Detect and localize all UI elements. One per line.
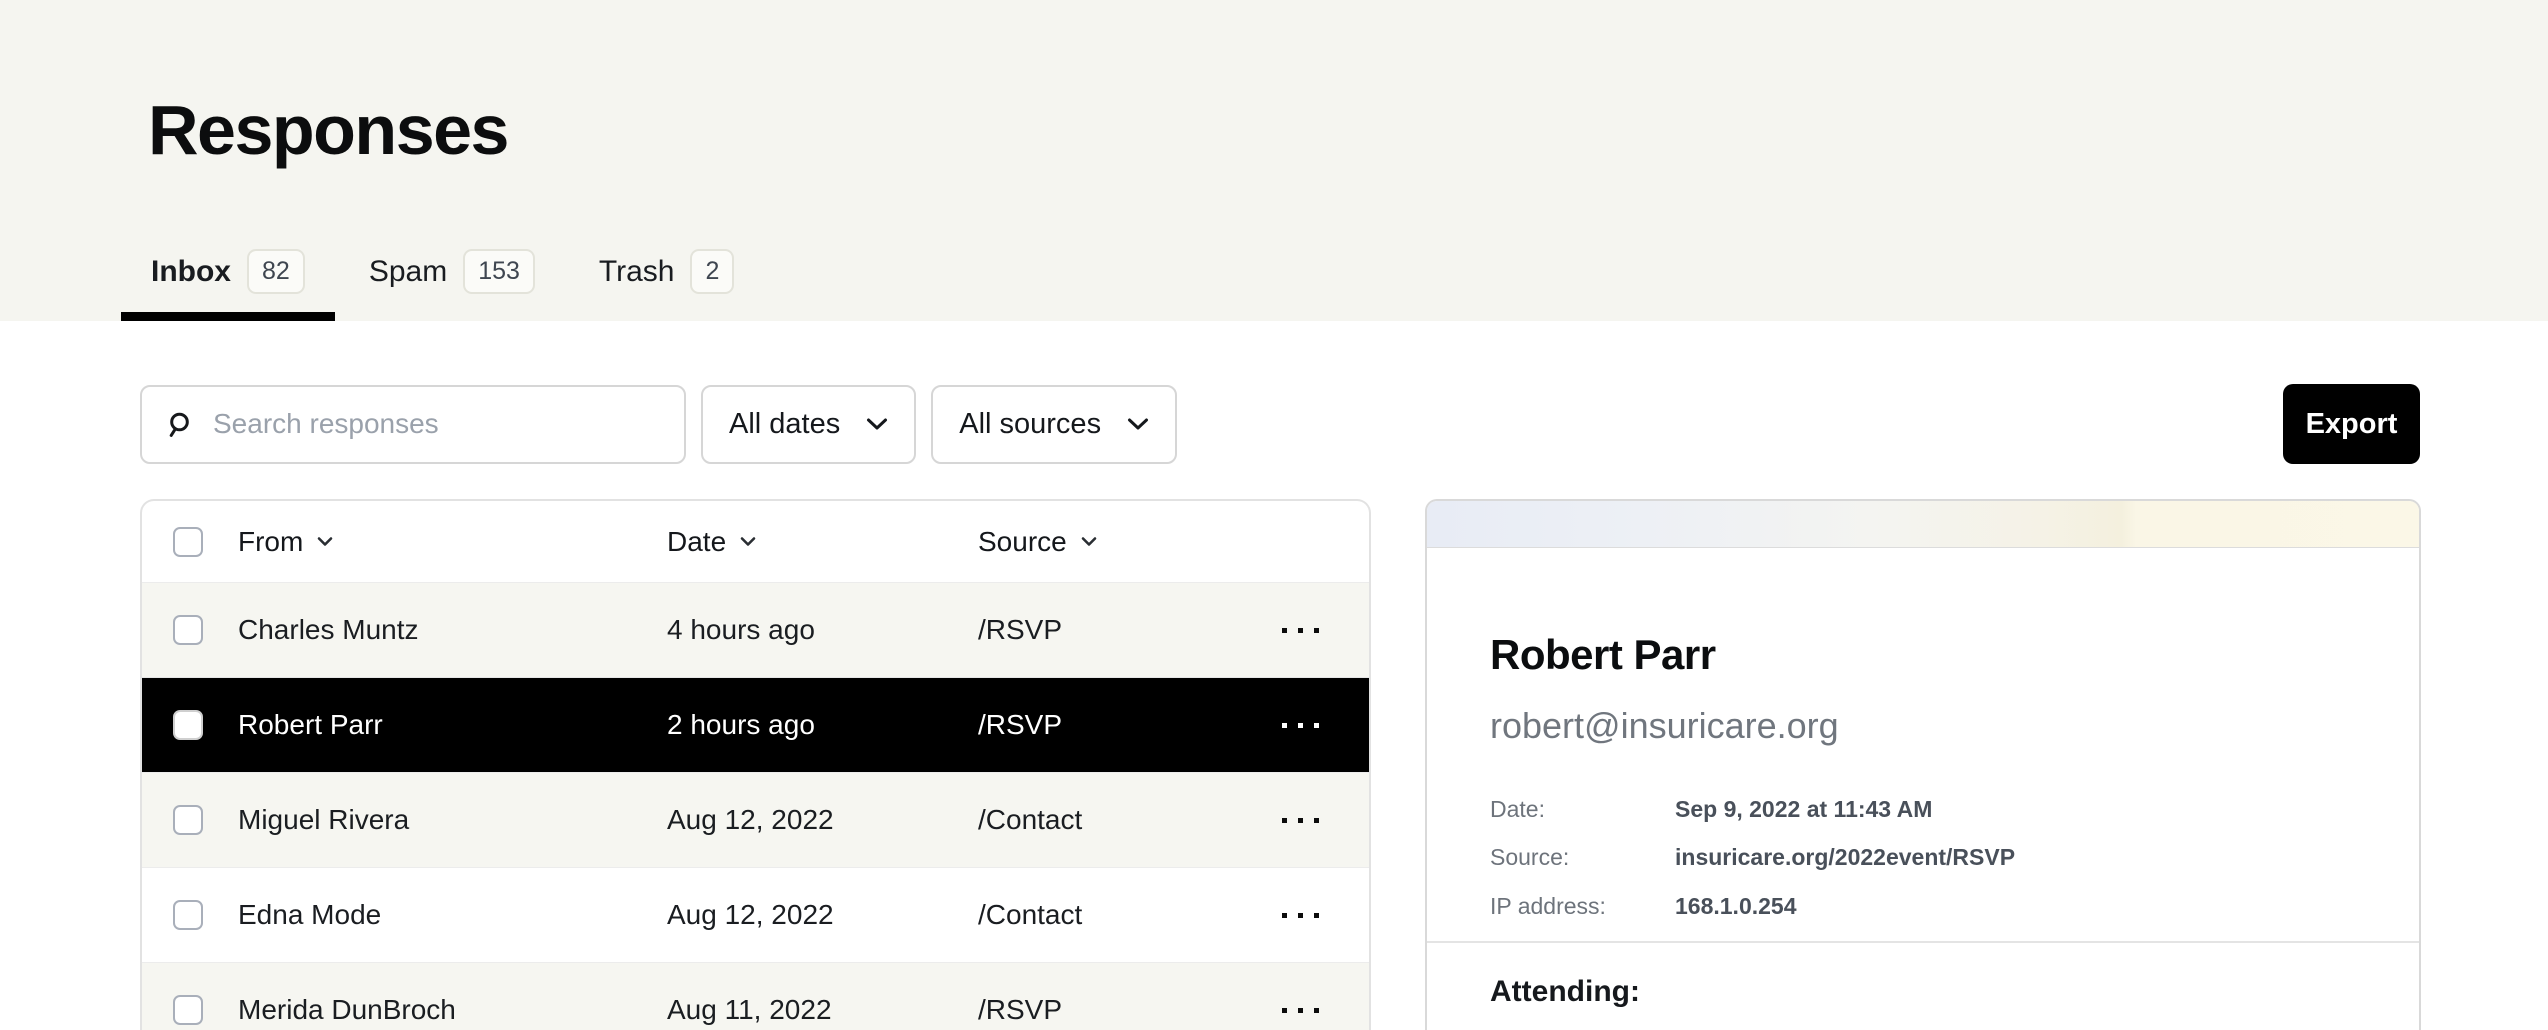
detail-field-date: Date: Sep 9, 2022 at 11:43 AM bbox=[1490, 796, 2356, 824]
tab-trash-count-badge: 2 bbox=[690, 249, 734, 294]
date-filter-select[interactable]: All dates bbox=[701, 385, 916, 464]
search-input[interactable] bbox=[211, 407, 660, 441]
search-box[interactable] bbox=[140, 385, 686, 464]
row-date: 2 hours ago bbox=[667, 709, 978, 741]
tab-inbox[interactable]: Inbox 82 bbox=[121, 249, 335, 321]
row-date: Aug 12, 2022 bbox=[667, 899, 978, 931]
attending-section-heading: Attending: bbox=[1490, 975, 2356, 1008]
table-row-selected[interactable]: Robert Parr 2 hours ago /RSVP bbox=[142, 677, 1369, 772]
chevron-down-icon bbox=[1127, 417, 1149, 431]
tab-spam[interactable]: Spam 153 bbox=[339, 249, 565, 321]
row-menu-button[interactable] bbox=[1282, 907, 1319, 924]
column-header-date[interactable]: Date bbox=[667, 526, 978, 558]
export-button[interactable]: Export bbox=[2283, 384, 2420, 464]
column-header-from[interactable]: From bbox=[238, 526, 667, 558]
chevron-down-icon bbox=[866, 417, 888, 431]
search-icon bbox=[166, 411, 193, 438]
row-checkbox[interactable] bbox=[173, 615, 203, 645]
table-row[interactable]: Charles Muntz 4 hours ago /RSVP bbox=[142, 582, 1369, 677]
table-row[interactable]: Edna Mode Aug 12, 2022 /Contact bbox=[142, 867, 1369, 962]
row-source: /Contact bbox=[978, 899, 1282, 931]
row-from: Charles Muntz bbox=[238, 614, 667, 646]
toolbar: All dates All sources Export bbox=[140, 384, 2420, 464]
tab-trash-label: Trash bbox=[599, 255, 675, 289]
tab-bar: Inbox 82 Spam 153 Trash 2 bbox=[121, 249, 764, 321]
row-date: 4 hours ago bbox=[667, 614, 978, 646]
source-filter-select[interactable]: All sources bbox=[931, 385, 1177, 464]
row-from: Miguel Rivera bbox=[238, 804, 667, 836]
row-date: Aug 12, 2022 bbox=[667, 804, 978, 836]
detail-divider bbox=[1427, 941, 2419, 943]
row-menu-button[interactable] bbox=[1282, 812, 1319, 829]
chevron-down-icon bbox=[740, 536, 756, 547]
tab-spam-label: Spam bbox=[369, 255, 447, 289]
table-row[interactable]: Miguel Rivera Aug 12, 2022 /Contact bbox=[142, 772, 1369, 867]
source-filter-value: All sources bbox=[959, 408, 1101, 441]
row-from: Edna Mode bbox=[238, 899, 667, 931]
row-menu-button[interactable] bbox=[1282, 1002, 1319, 1019]
response-detail-panel: Robert Parr robert@insuricare.org Date: … bbox=[1425, 499, 2421, 1030]
row-checkbox[interactable] bbox=[173, 995, 203, 1025]
page-title: Responses bbox=[148, 95, 508, 165]
table-row[interactable]: Merida DunBroch Aug 11, 2022 /RSVP bbox=[142, 962, 1369, 1030]
select-all-checkbox[interactable] bbox=[173, 527, 203, 557]
row-source: /RSVP bbox=[978, 614, 1282, 646]
row-checkbox[interactable] bbox=[173, 900, 203, 930]
respondent-name: Robert Parr bbox=[1490, 634, 2356, 676]
detail-field-source: Source: insuricare.org/2022event/RSVP bbox=[1490, 844, 2356, 872]
row-menu-button[interactable] bbox=[1282, 717, 1319, 734]
detail-fields: Date: Sep 9, 2022 at 11:43 AM Source: in… bbox=[1490, 796, 2356, 921]
respondent-email: robert@insuricare.org bbox=[1490, 706, 2356, 746]
detail-field-ip: IP address: 168.1.0.254 bbox=[1490, 893, 2356, 921]
responses-table: From Date Source Charles Muntz 4 hours a… bbox=[140, 499, 1371, 1030]
tab-spam-count-badge: 153 bbox=[463, 249, 535, 294]
row-source: /RSVP bbox=[978, 994, 1282, 1026]
table-header-row: From Date Source bbox=[142, 501, 1369, 582]
tab-inbox-label: Inbox bbox=[151, 255, 231, 289]
row-menu-button[interactable] bbox=[1282, 622, 1319, 639]
page-header: Responses Inbox 82 Spam 153 Trash 2 bbox=[0, 0, 2548, 321]
tab-trash[interactable]: Trash 2 bbox=[569, 249, 764, 321]
detail-gradient-banner bbox=[1427, 501, 2419, 548]
chevron-down-icon bbox=[1081, 536, 1097, 547]
row-from: Robert Parr bbox=[238, 709, 667, 741]
date-filter-value: All dates bbox=[729, 408, 840, 441]
row-checkbox[interactable] bbox=[173, 710, 203, 740]
row-date: Aug 11, 2022 bbox=[667, 994, 978, 1026]
row-from: Merida DunBroch bbox=[238, 994, 667, 1026]
column-header-source[interactable]: Source bbox=[978, 526, 1282, 558]
tab-inbox-count-badge: 82 bbox=[247, 249, 305, 294]
row-checkbox[interactable] bbox=[173, 805, 203, 835]
row-source: /Contact bbox=[978, 804, 1282, 836]
detail-body: Robert Parr robert@insuricare.org Date: … bbox=[1427, 634, 2419, 1008]
chevron-down-icon bbox=[317, 536, 333, 547]
row-source: /RSVP bbox=[978, 709, 1282, 741]
